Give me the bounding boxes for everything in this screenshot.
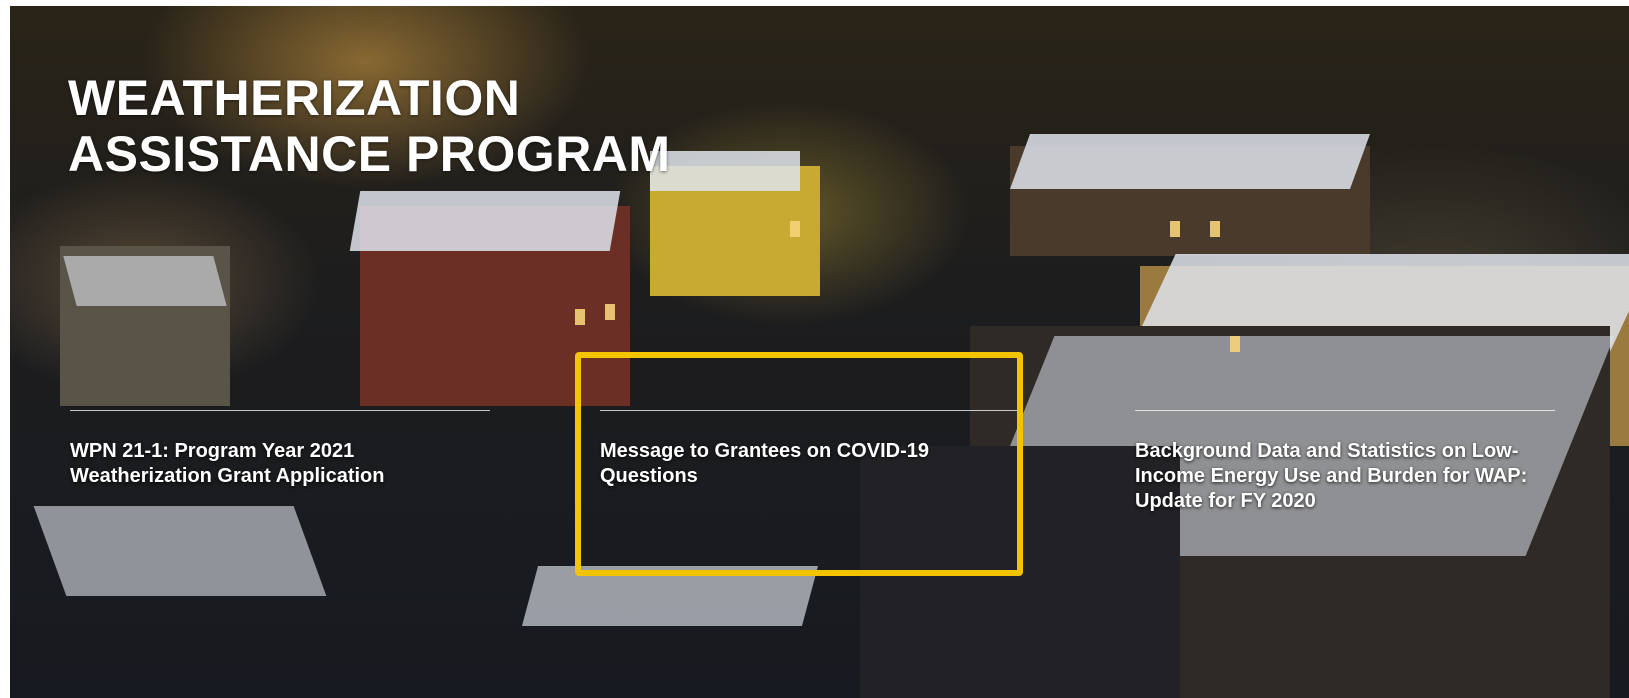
card-divider bbox=[70, 410, 490, 411]
lit-window-shape bbox=[1230, 336, 1240, 352]
card-divider bbox=[1135, 410, 1555, 411]
feature-card-wpn: WPN 21-1: Program Year 2021 Weatherizati… bbox=[70, 410, 490, 489]
feature-card-background-data: Background Data and Statistics on Low-In… bbox=[1135, 410, 1555, 514]
snow-roof-shape bbox=[1009, 134, 1371, 189]
page-title-line2: ASSISTANCE PROGRAM bbox=[68, 126, 671, 182]
snow-roof-shape bbox=[349, 191, 621, 251]
lit-window-shape bbox=[790, 221, 800, 237]
page-title-line1: WEATHERIZATION bbox=[68, 70, 521, 126]
highlight-box bbox=[575, 352, 1023, 576]
snow-roof-shape bbox=[33, 506, 327, 596]
feature-link-wpn[interactable]: WPN 21-1: Program Year 2021 Weatherizati… bbox=[70, 439, 430, 489]
snow-roof-shape bbox=[650, 151, 800, 191]
lit-window-shape bbox=[1210, 221, 1220, 237]
page-title: WEATHERIZATION ASSISTANCE PROGRAM bbox=[68, 70, 671, 182]
lit-window-shape bbox=[575, 309, 585, 325]
feature-link-background-data[interactable]: Background Data and Statistics on Low-In… bbox=[1135, 439, 1535, 514]
lit-window-shape bbox=[1170, 221, 1180, 237]
lit-window-shape bbox=[605, 304, 615, 320]
snow-roof-shape bbox=[63, 256, 227, 306]
